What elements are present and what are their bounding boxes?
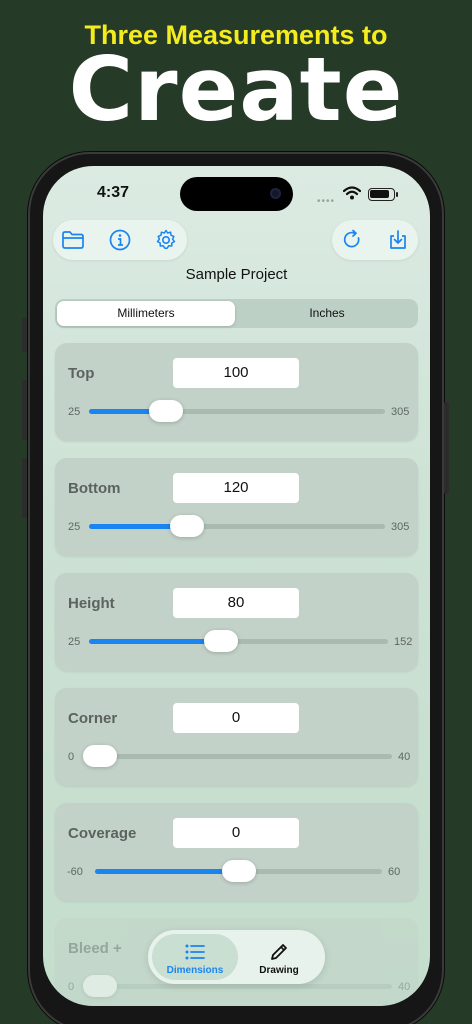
gear-icon[interactable] (152, 226, 180, 254)
tab-dimensions[interactable]: Dimensions (152, 934, 238, 980)
tab-drawing[interactable]: Drawing (236, 934, 322, 980)
range-min-label: 25 (68, 636, 81, 648)
toolbar-right-group (332, 220, 418, 260)
range-max-label: 60 (388, 866, 401, 878)
phone-action-button (22, 318, 27, 352)
range-max-label: 305 (391, 406, 410, 418)
promo-headline-main: Create (68, 38, 404, 141)
dimension-label: Height (68, 595, 115, 612)
range-min-label: 0 (68, 751, 75, 763)
dimension-card-bottom: Bottom 120 25 305 (55, 458, 418, 556)
info-icon[interactable] (106, 226, 134, 254)
dimension-value-field[interactable]: 0 (173, 703, 299, 733)
toolbar-left-group (53, 220, 187, 260)
slider-thumb[interactable] (148, 400, 183, 422)
dimension-card-top: Top 100 25 305 (55, 343, 418, 441)
range-min-label: -60 (67, 866, 83, 878)
dynamic-island (180, 177, 293, 211)
dimension-card-coverage: Coverage 0 -60 60 (55, 803, 418, 901)
tab-dimensions-label: Dimensions (166, 965, 224, 976)
range-min-label: 25 (68, 521, 81, 533)
segment-inches[interactable]: Inches (238, 301, 416, 326)
dimension-value-field[interactable]: 120 (173, 473, 299, 503)
phone-volume-down-button (22, 458, 27, 518)
dimension-card-corner: Corner 0 0 40 (55, 688, 418, 786)
download-icon[interactable] (384, 226, 412, 254)
tab-drawing-label: Drawing (259, 965, 299, 976)
folder-icon[interactable] (59, 226, 87, 254)
project-title: Sample Project (185, 266, 288, 283)
range-max-label: 305 (391, 521, 410, 533)
dimension-label: Top (68, 365, 95, 382)
range-max-label: 40 (398, 751, 411, 763)
bottom-tab-bar: Dimensions Drawing (148, 930, 325, 984)
slider-thumb[interactable] (221, 860, 256, 882)
dimension-value-field[interactable]: 100 (173, 358, 299, 388)
cellular-signal-icon: •••• (317, 196, 336, 207)
range-max-label: 40 (398, 981, 411, 993)
pencil-icon (271, 944, 287, 960)
dimension-value-field[interactable]: 80 (173, 588, 299, 618)
slider-thumb[interactable] (203, 630, 238, 652)
app-screen: 4:37 •••• Sample Project Millimeters Inc… (43, 166, 430, 1006)
slider-track[interactable] (89, 400, 385, 422)
slider-track[interactable] (95, 860, 382, 882)
dimension-value-field[interactable]: 0 (173, 818, 299, 848)
slider-track[interactable] (83, 745, 392, 767)
slider-thumb[interactable] (169, 515, 204, 537)
slider-track[interactable] (83, 975, 392, 997)
dimension-label: Coverage (68, 825, 137, 842)
phone-volume-up-button (22, 380, 27, 440)
dimension-label: Corner (68, 710, 118, 727)
segment-millimeters[interactable]: Millimeters (57, 301, 235, 326)
units-segmented-control: Millimeters Inches (55, 299, 418, 328)
phone-power-button (444, 402, 449, 494)
slider-track[interactable] (89, 630, 388, 652)
range-max-label: 152 (394, 636, 413, 648)
slider-thumb[interactable] (83, 975, 117, 997)
range-min-label: 25 (68, 406, 81, 418)
slider-fill (95, 869, 239, 874)
list-icon (185, 944, 205, 960)
status-time: 4:37 (97, 184, 130, 201)
range-min-label: 0 (68, 981, 75, 993)
slider-thumb[interactable] (83, 745, 117, 767)
dimension-card-height: Height 80 25 152 (55, 573, 418, 671)
dimension-label: Bleed + (68, 940, 122, 957)
wifi-icon (343, 186, 361, 200)
dimension-label: Bottom (68, 480, 121, 497)
refresh-icon[interactable] (338, 226, 366, 254)
camera-icon (270, 188, 281, 199)
battery-icon (368, 188, 398, 201)
slider-track[interactable] (89, 515, 385, 537)
slider-fill (89, 639, 221, 644)
